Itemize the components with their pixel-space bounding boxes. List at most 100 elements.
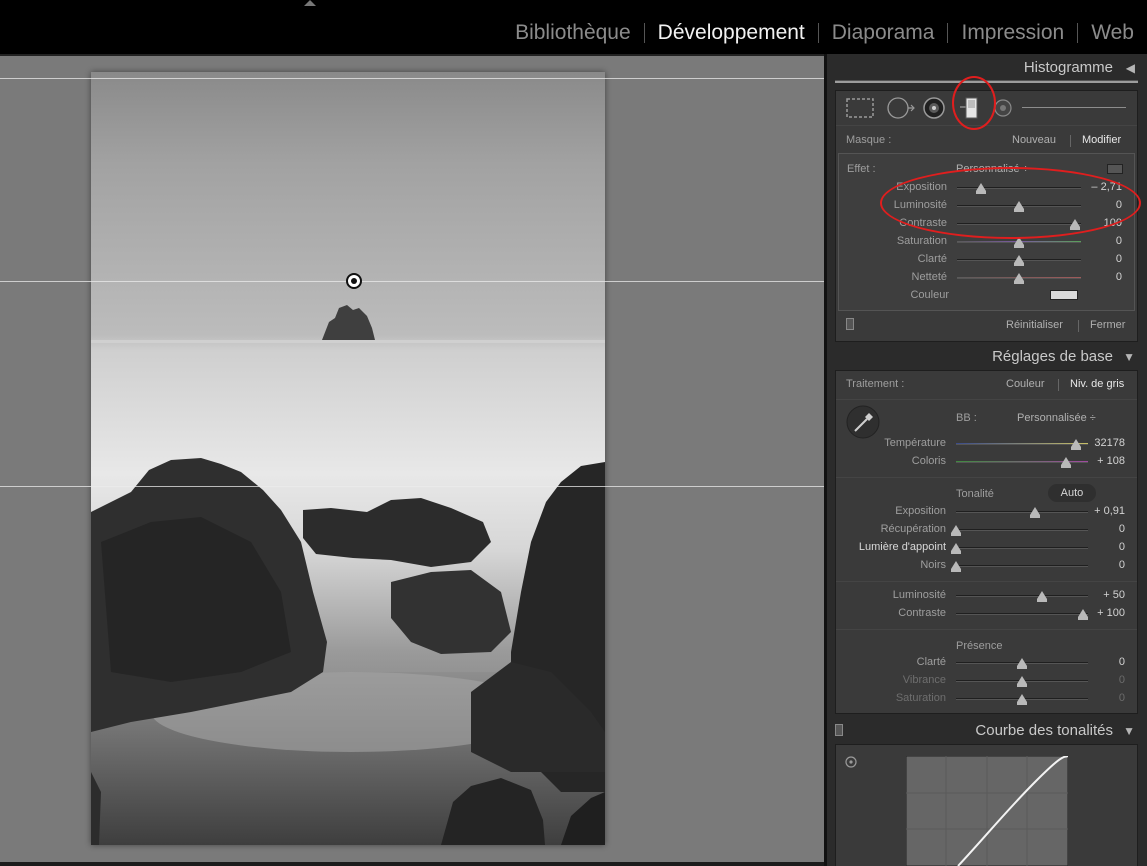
photo-preview[interactable] xyxy=(91,72,605,845)
basic-exposure-value: + 0,91 xyxy=(1094,505,1125,517)
basic-fill_light-thumb[interactable] xyxy=(951,543,961,554)
local-saturation-label: Saturation xyxy=(896,235,947,247)
tone-curve-switch[interactable] xyxy=(835,724,843,736)
white-balance-eyedropper-icon[interactable] xyxy=(846,405,880,439)
basic-recovery-slider[interactable] xyxy=(956,529,1088,531)
basic-recovery-value: 0 xyxy=(1118,523,1125,535)
basic-tint-label: Coloris xyxy=(911,455,946,467)
basic-blacks-label: Noirs xyxy=(920,559,946,571)
treatment-grayscale-option[interactable]: Niv. de gris xyxy=(1070,378,1124,390)
basic-temperature-slider[interactable] xyxy=(956,443,1088,445)
basic-clarity-value: 0 xyxy=(1118,656,1125,668)
wb-preset-dropdown[interactable]: Personnalisée ÷ xyxy=(1017,412,1096,424)
basic-contrast-value: + 100 xyxy=(1097,607,1125,619)
graduated-filter-pin-icon[interactable] xyxy=(346,273,362,289)
tone-curve-graph[interactable] xyxy=(906,756,1068,866)
close-button[interactable]: Fermer xyxy=(1090,319,1125,331)
basic-saturation-row: Saturation 0 xyxy=(836,692,1137,710)
local-exposure-row: Exposition – 2,71 xyxy=(839,181,1134,199)
histogram-collapse-icon[interactable]: ◀ xyxy=(1126,61,1135,75)
local-contrast-value: 100 xyxy=(1103,217,1122,229)
divider xyxy=(836,477,1137,478)
basic-brightness-thumb[interactable] xyxy=(1036,591,1047,602)
adjustment-brush-icon[interactable] xyxy=(994,98,1024,118)
basic-settings-collapse-icon[interactable]: ▼ xyxy=(1123,350,1135,364)
basic-clarity-row: Clarté 0 xyxy=(836,656,1137,674)
basic-settings-header[interactable]: Réglages de base ▼ xyxy=(827,344,1147,370)
basic-brightness-slider[interactable] xyxy=(956,595,1088,597)
mask-footer-switch[interactable] xyxy=(846,318,854,330)
target-adjustment-icon[interactable] xyxy=(844,755,858,769)
tone-curve-collapse-icon[interactable]: ▼ xyxy=(1123,724,1135,738)
graduated-filter-icon[interactable] xyxy=(958,95,982,121)
module-library[interactable]: Bibliothèque xyxy=(502,21,644,45)
local-brightness-thumb[interactable] xyxy=(1014,201,1024,212)
tone-curve-panel xyxy=(835,744,1138,866)
local-contrast-row: Contraste 100 xyxy=(839,217,1134,235)
basic-contrast-slider[interactable] xyxy=(956,613,1088,615)
effect-toggle-switch[interactable] xyxy=(1107,164,1123,174)
basic-settings-title: Réglages de base xyxy=(992,348,1113,365)
basic-vibrance-value: 0 xyxy=(1118,674,1125,686)
basic-temperature-label: Température xyxy=(884,437,946,449)
local-contrast-slider[interactable] xyxy=(957,223,1081,225)
basic-brightness-row: Luminosité + 50 xyxy=(836,589,1137,607)
module-print[interactable]: Impression xyxy=(948,21,1077,45)
basic-exposure-thumb[interactable] xyxy=(1030,507,1041,518)
filmstrip-edge xyxy=(0,862,824,866)
local-sharpness-label: Netteté xyxy=(911,271,947,283)
basic-clarity-thumb[interactable] xyxy=(1017,658,1027,669)
presence-label: Présence xyxy=(956,640,1003,652)
divider xyxy=(836,399,1137,400)
basic-contrast-thumb[interactable] xyxy=(1077,609,1088,620)
local-clarity-thumb[interactable] xyxy=(1014,255,1024,266)
mask-new-button[interactable]: Nouveau xyxy=(1012,134,1056,146)
module-develop[interactable]: Développement xyxy=(645,21,818,45)
mask-edit-button[interactable]: Modifier xyxy=(1082,134,1121,146)
module-web[interactable]: Web xyxy=(1078,21,1147,45)
basic-vibrance-thumb[interactable] xyxy=(1017,676,1027,687)
color-swatch[interactable] xyxy=(1050,290,1078,300)
tone-curve-header[interactable]: Courbe des tonalités ▼ xyxy=(827,718,1147,744)
reset-button[interactable]: Réinitialiser xyxy=(1006,319,1063,331)
basic-recovery-label: Récupération xyxy=(880,523,946,535)
basic-saturation-label: Saturation xyxy=(895,692,946,704)
basic-settings-panel: Traitement : Couleur Niv. de gris BB : P… xyxy=(835,370,1138,714)
divider xyxy=(1058,379,1059,391)
basic-blacks-slider[interactable] xyxy=(956,565,1088,567)
local-contrast-thumb[interactable] xyxy=(1069,219,1080,230)
photo-image xyxy=(91,72,605,845)
local-exposure-label: Exposition xyxy=(896,181,947,193)
local-adjustment-box: Masque : Nouveau Modifier Effet : Person… xyxy=(835,90,1138,342)
histogram-header[interactable]: Histogramme ◀ xyxy=(827,55,1147,81)
module-picker: Bibliothèque Développement Diaporama Imp… xyxy=(502,18,1147,48)
basic-tint-thumb[interactable] xyxy=(1060,457,1071,468)
red-eye-icon[interactable] xyxy=(922,96,948,120)
right-panel: Histogramme ◀ Masque : Nouveau Modifier … xyxy=(824,54,1147,866)
crop-overlay-icon[interactable] xyxy=(846,98,874,118)
basic-blacks-thumb[interactable] xyxy=(951,561,961,572)
basic-temperature-row: Température 32178 xyxy=(836,437,1137,455)
module-slideshow[interactable]: Diaporama xyxy=(819,21,948,45)
local-saturation-thumb[interactable] xyxy=(1014,237,1024,248)
basic-fill_light-slider[interactable] xyxy=(956,547,1088,549)
collapse-top-panel-arrow-icon[interactable] xyxy=(304,0,316,6)
basic-fill_light-row: Lumière d'appoint 0 xyxy=(836,541,1137,559)
basic-recovery-thumb[interactable] xyxy=(951,525,961,536)
brush-size-slider[interactable] xyxy=(1022,107,1126,108)
photo-canvas[interactable] xyxy=(0,54,824,866)
basic-temperature-thumb[interactable] xyxy=(1071,439,1082,450)
basic-fill_light-label: Lumière d'appoint xyxy=(858,541,946,553)
basic-exposure-slider[interactable] xyxy=(956,511,1088,513)
tone-curve-title: Courbe des tonalités xyxy=(975,722,1113,739)
effect-preset-dropdown[interactable]: Personnalisé ÷ xyxy=(956,163,1029,175)
auto-tone-button[interactable]: Auto xyxy=(1048,484,1096,502)
basic-saturation-value: 0 xyxy=(1118,692,1125,704)
local-sharpness-thumb[interactable] xyxy=(1014,273,1024,284)
local-contrast-label: Contraste xyxy=(899,217,947,229)
local-exposure-thumb[interactable] xyxy=(975,183,986,194)
spot-removal-icon[interactable] xyxy=(886,96,916,120)
treatment-color-option[interactable]: Couleur xyxy=(1006,378,1045,390)
histogram-strip xyxy=(835,80,1138,83)
basic-saturation-thumb[interactable] xyxy=(1017,694,1027,705)
